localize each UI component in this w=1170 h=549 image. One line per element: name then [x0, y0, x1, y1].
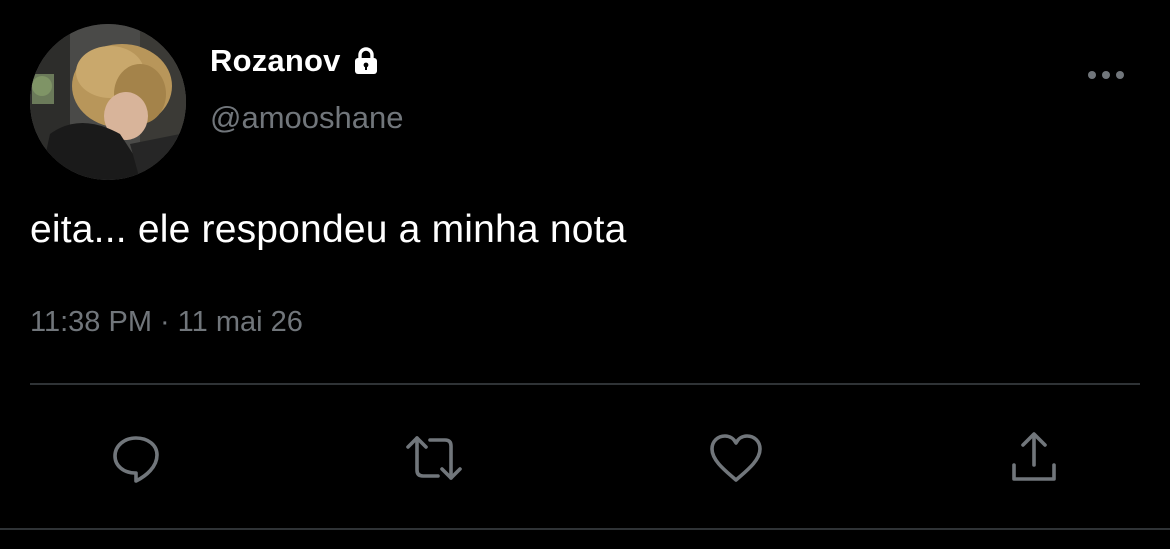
share-icon [1012, 432, 1056, 481]
tweet-date[interactable]: 11 mai 26 [178, 306, 303, 339]
more-horizontal-icon[interactable] [1082, 60, 1130, 90]
lock-icon [349, 44, 383, 78]
retweet-button[interactable] [402, 426, 466, 490]
retweet-icon [406, 436, 462, 480]
divider [30, 383, 1140, 385]
reply-icon [113, 436, 159, 483]
display-name[interactable]: Rozanov [210, 43, 341, 79]
share-button[interactable] [1002, 426, 1066, 490]
like-icon [710, 434, 762, 482]
tweet-time[interactable]: 11:38 PM [30, 306, 152, 339]
tweet-meta: 11:38 PM · 11 mai 26 [30, 306, 303, 339]
meta-separator: · [159, 306, 170, 338]
user-handle[interactable]: @amooshane [210, 100, 403, 136]
bottom-divider [0, 528, 1170, 530]
tweet-card: Rozanov @amooshane eita... ele respondeu… [0, 0, 1170, 549]
action-bar [0, 426, 1170, 490]
tweet-text: eita... ele respondeu a minha nota [30, 208, 627, 251]
like-button[interactable] [704, 426, 768, 490]
reply-button[interactable] [104, 426, 168, 490]
display-name-row: Rozanov [210, 40, 383, 82]
avatar[interactable] [30, 24, 186, 180]
